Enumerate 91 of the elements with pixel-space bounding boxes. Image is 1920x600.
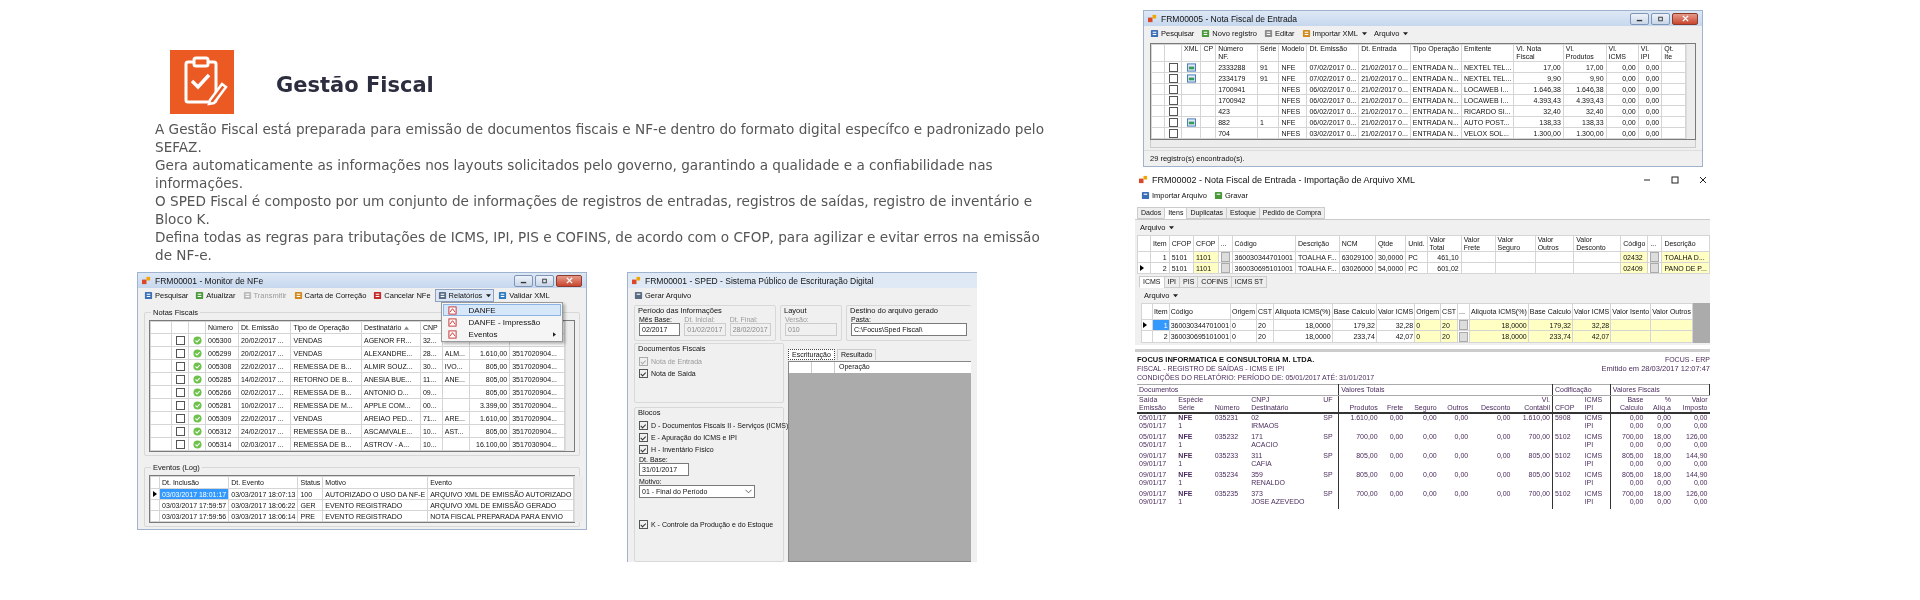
checkbox[interactable] <box>175 387 185 397</box>
document-icon <box>1214 191 1224 200</box>
close-button[interactable] <box>1672 12 1698 25</box>
document-icon <box>447 317 457 327</box>
maximize-icon <box>540 277 549 284</box>
cell-button[interactable] <box>1650 252 1660 263</box>
checkbox[interactable] <box>639 520 648 529</box>
checkbox[interactable] <box>639 445 648 454</box>
document-icon <box>195 291 205 300</box>
document-icon <box>447 329 457 339</box>
checkbox[interactable] <box>639 433 648 442</box>
checkbox[interactable] <box>175 400 185 410</box>
cell-button[interactable] <box>1220 252 1230 263</box>
description-paragraph: Defina todas as regras para tributações de ICMS, IPI, PIS e COFINS, de acordo com o CFOP, para agilizar e evitar erros na emissão de NF-e. <box>155 228 1041 264</box>
sort-arrow-icon <box>404 326 410 330</box>
description-paragraph: Gera automaticamente as informações nos layouts solicitados pelo governo, garantindo a qualidade e a confiabilidade nas informações. <box>155 156 994 192</box>
table-cell[interactable] <box>1610 319 1651 331</box>
scrollbar[interactable] <box>565 321 574 451</box>
checkbox[interactable] <box>175 335 185 345</box>
app-icon <box>632 276 641 285</box>
caret-icon <box>486 293 492 298</box>
document-icon <box>1150 29 1159 38</box>
maximize-icon <box>1656 15 1665 22</box>
minimize-button[interactable] <box>514 274 533 287</box>
scrollbar[interactable] <box>1686 44 1695 139</box>
checkbox[interactable] <box>175 361 185 371</box>
file-icon <box>1186 117 1196 127</box>
current-row-icon <box>153 490 157 497</box>
document-icon <box>1263 29 1273 38</box>
checkbox[interactable] <box>1168 62 1178 72</box>
window-title: FRM00001 - Monitor de NFe <box>155 275 264 286</box>
description-paragraph: O SPED Fiscal é composto por um conjunto de informações de registros de entradas, registros de saídas, registro de inventário e Bloco K. <box>155 192 1034 228</box>
description-paragraph: A Gestão Fiscal está preparada para emissão de documentos fiscais e NF-e dentro do formato digital específco e padronizado pelo SEFAZ. <box>155 120 1045 156</box>
minimize-button[interactable] <box>1630 12 1649 25</box>
current-row-icon <box>1140 264 1144 271</box>
menu-item[interactable]: DANFE <box>442 304 561 316</box>
checkbox[interactable] <box>639 421 648 430</box>
current-row-icon <box>1143 321 1147 328</box>
checkbox[interactable] <box>1168 128 1178 138</box>
table-cell[interactable] <box>1650 319 1693 331</box>
document-icon <box>242 291 252 300</box>
checkbox[interactable] <box>1168 84 1178 94</box>
checkbox[interactable] <box>175 426 185 436</box>
window-title: FRM00005 - Nota Fiscal de Entrada <box>1161 13 1298 24</box>
app-icon <box>1139 175 1148 184</box>
document-icon <box>293 291 303 300</box>
caret-icon <box>1169 225 1175 230</box>
menu-item[interactable]: Eventos <box>442 328 561 340</box>
menu-item[interactable]: DANFE - Impressão <box>442 316 561 328</box>
document-icon <box>634 291 643 300</box>
checkbox[interactable] <box>175 413 185 423</box>
document-icon <box>1201 29 1211 38</box>
document-icon <box>373 291 383 300</box>
maximize-button[interactable] <box>1651 12 1670 25</box>
chevron-down-icon <box>745 489 752 494</box>
cell-button[interactable] <box>1459 331 1469 342</box>
page-title: Gestão Fiscal <box>276 73 434 97</box>
caret-icon <box>1403 31 1409 36</box>
document-icon <box>437 291 447 300</box>
cell-button[interactable] <box>1220 263 1230 274</box>
app-icon <box>1148 14 1157 23</box>
document-icon <box>498 291 508 300</box>
cell-button[interactable] <box>1650 263 1660 274</box>
maximize-button[interactable] <box>535 274 554 287</box>
window-title: FRM00001 - SPED - Sistema Público de Escrituração Digital <box>645 275 874 286</box>
checkbox[interactable] <box>1168 73 1178 83</box>
submenu-arrow-icon <box>552 331 556 337</box>
cell-button[interactable] <box>1459 320 1469 331</box>
app-icon <box>142 276 151 285</box>
checkbox[interactable] <box>1168 117 1178 127</box>
clipboard-check-icon <box>170 50 234 114</box>
document-icon <box>447 305 457 315</box>
caret-icon <box>1362 31 1367 36</box>
caret-icon <box>1173 293 1179 298</box>
window-title: FRM00002 - Nota Fiscal de Entrada - Importação de Arquivo XML <box>1152 174 1416 185</box>
scrollbar[interactable] <box>1150 140 1696 148</box>
document-icon <box>1301 29 1311 38</box>
close-button[interactable] <box>556 274 582 287</box>
checkbox[interactable] <box>175 439 185 449</box>
document-icon <box>1141 191 1150 200</box>
maximize-button[interactable] <box>1670 174 1680 185</box>
checkbox[interactable] <box>1168 106 1178 116</box>
checkbox[interactable] <box>175 374 185 384</box>
checkbox[interactable] <box>639 369 648 378</box>
document-icon <box>144 291 153 300</box>
close-icon <box>1680 15 1690 22</box>
checkbox[interactable] <box>1168 95 1178 105</box>
checkbox[interactable] <box>175 348 185 358</box>
close-button[interactable] <box>1698 174 1708 185</box>
close-icon <box>564 277 574 284</box>
scrollbar[interactable] <box>574 476 584 522</box>
